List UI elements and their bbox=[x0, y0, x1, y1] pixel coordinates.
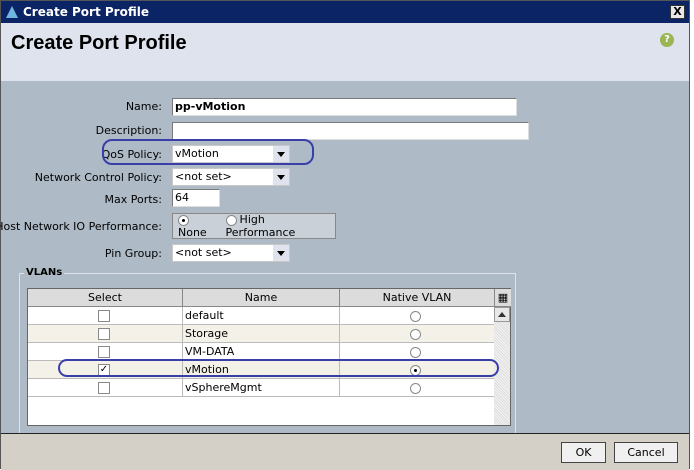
chevron-down-icon[interactable] bbox=[273, 245, 289, 261]
qos-policy-value: vMotion bbox=[175, 147, 219, 160]
native-vlan-radio[interactable] bbox=[410, 364, 421, 376]
close-button[interactable]: X bbox=[670, 5, 685, 19]
native-vlan-radio[interactable] bbox=[410, 346, 421, 358]
vlan-name: VM-DATA bbox=[183, 343, 340, 361]
vlans-legend: VLANs bbox=[24, 267, 65, 278]
native-vlan-radio[interactable] bbox=[410, 382, 421, 394]
native-vlan-cell bbox=[340, 361, 495, 379]
network-control-policy-label: Network Control Policy: bbox=[34, 171, 162, 184]
select-cell bbox=[28, 325, 183, 343]
vlan-name: Storage bbox=[183, 325, 340, 343]
description-input[interactable] bbox=[172, 122, 529, 140]
description-label: Description: bbox=[95, 124, 162, 137]
radio-icon[interactable] bbox=[225, 214, 237, 226]
app-icon bbox=[6, 6, 18, 18]
ok-button[interactable]: OK bbox=[561, 442, 606, 463]
name-label: Name: bbox=[125, 100, 162, 113]
header: Create Port Profile ? bbox=[1, 23, 689, 81]
select-cell bbox=[28, 343, 183, 361]
table-row[interactable]: VM-DATA bbox=[28, 343, 495, 361]
native-vlan-cell bbox=[340, 325, 495, 343]
select-cell bbox=[28, 379, 183, 397]
title-bar: Create Port Profile X bbox=[1, 1, 689, 23]
vlan-name: vSphereMgmt bbox=[183, 379, 340, 397]
scroll-up-button[interactable] bbox=[494, 307, 510, 322]
chevron-down-icon[interactable] bbox=[273, 146, 289, 162]
create-port-profile-dialog: Create Port Profile X Create Port Profil… bbox=[0, 0, 690, 470]
pin-group-label: Pin Group: bbox=[104, 247, 162, 260]
select-cell: ✓ bbox=[28, 361, 183, 379]
network-control-policy-select[interactable]: <not set> bbox=[172, 168, 290, 186]
vlan-name: default bbox=[183, 307, 340, 325]
table-row[interactable]: vSphereMgmt bbox=[28, 379, 495, 397]
native-vlan-radio[interactable] bbox=[410, 310, 421, 322]
native-vlan-cell bbox=[340, 379, 495, 397]
cancel-button[interactable]: Cancel bbox=[614, 442, 678, 463]
name-input[interactable]: pp-vMotion bbox=[172, 98, 517, 116]
page-title: Create Port Profile bbox=[11, 32, 187, 54]
vlan-name: vMotion bbox=[183, 361, 340, 379]
select-checkbox[interactable]: ✓ bbox=[98, 364, 110, 376]
host-network-io-radio-group: None High Performance bbox=[172, 213, 336, 239]
select-checkbox[interactable] bbox=[98, 328, 110, 340]
column-chooser-icon[interactable]: ▦ bbox=[495, 289, 511, 307]
pin-group-select[interactable]: <not set> bbox=[172, 244, 290, 262]
table-row[interactable]: ✓ vMotion bbox=[28, 361, 495, 379]
select-checkbox[interactable] bbox=[98, 382, 110, 394]
select-checkbox[interactable] bbox=[98, 346, 110, 358]
select-checkbox[interactable] bbox=[98, 310, 110, 322]
pin-group-value: <not set> bbox=[175, 246, 232, 259]
column-header-native-vlan[interactable]: Native VLAN bbox=[340, 289, 495, 307]
radio-high-performance[interactable]: High Performance bbox=[225, 213, 335, 239]
chevron-down-icon[interactable] bbox=[273, 169, 289, 185]
qos-policy-label: QoS Policy: bbox=[101, 148, 162, 161]
radio-none[interactable]: None bbox=[178, 213, 220, 239]
max-ports-label: Max Ports: bbox=[104, 193, 162, 206]
native-vlan-cell bbox=[340, 343, 495, 361]
scrollbar[interactable] bbox=[494, 307, 510, 425]
max-ports-input[interactable]: 64 bbox=[172, 189, 220, 207]
host-network-io-label: Host Network IO Performance: bbox=[0, 220, 162, 233]
table-row[interactable]: Storage bbox=[28, 325, 495, 343]
qos-policy-select[interactable]: vMotion bbox=[172, 145, 290, 163]
radio-icon[interactable] bbox=[178, 214, 189, 226]
window-title: Create Port Profile bbox=[23, 5, 149, 19]
column-header-select[interactable]: Select bbox=[28, 289, 183, 307]
network-control-policy-value: <not set> bbox=[175, 170, 232, 183]
native-vlan-radio[interactable] bbox=[410, 328, 421, 340]
select-cell bbox=[28, 307, 183, 325]
help-icon[interactable]: ? bbox=[660, 33, 674, 47]
footer: OK Cancel bbox=[1, 433, 689, 470]
column-header-name[interactable]: Name bbox=[183, 289, 340, 307]
vlans-table: Select Name Native VLAN ▦ default Storag… bbox=[27, 288, 511, 426]
table-row[interactable]: default bbox=[28, 307, 495, 325]
native-vlan-cell bbox=[340, 307, 495, 325]
